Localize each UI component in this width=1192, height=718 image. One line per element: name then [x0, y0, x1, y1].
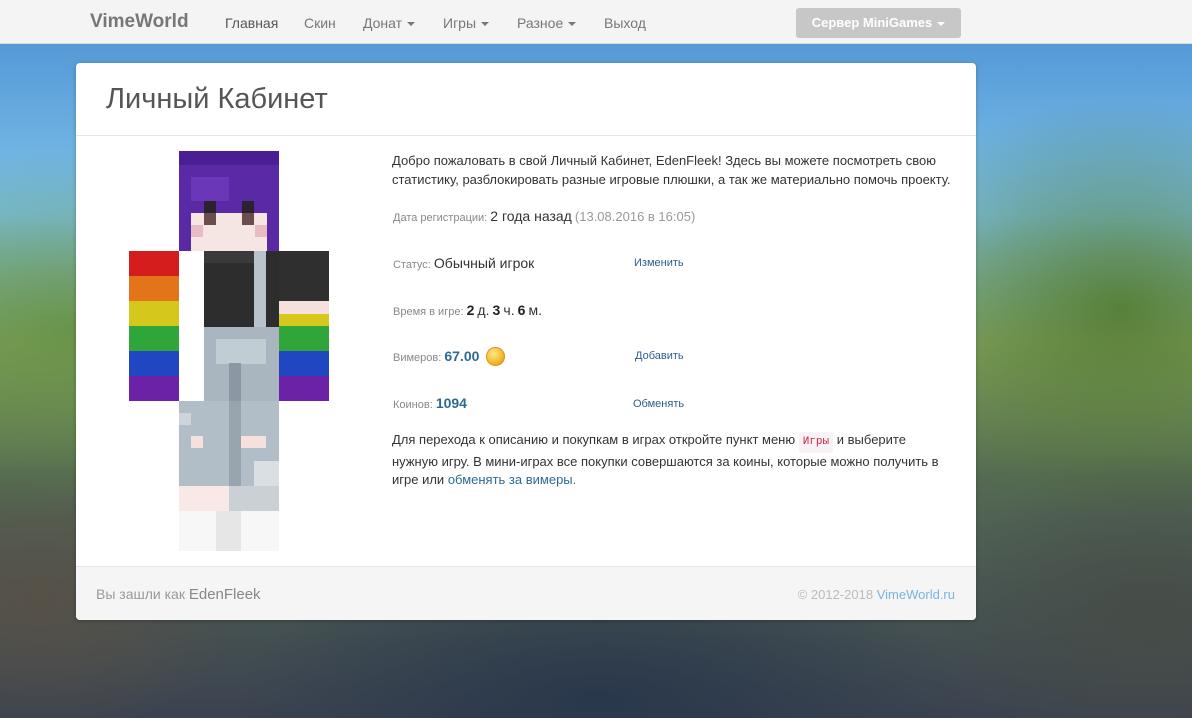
chevron-down-icon: [407, 22, 416, 27]
coins-label: Коинов:: [393, 399, 433, 411]
coins-row: Коинов: 1094: [393, 395, 467, 411]
page-title: Личный Кабинет: [106, 83, 328, 115]
brand-logo[interactable]: VimeWorld: [90, 11, 189, 33]
welcome-text: Добро пожаловать в свой Личный Кабинет, …: [392, 153, 951, 187]
nav-logout[interactable]: Выход: [604, 15, 646, 31]
server-button-label: Сервер MiniGames: [811, 15, 933, 30]
vimers-value: 67.00: [444, 348, 480, 364]
panel-header: Личный Кабинет: [76, 63, 976, 136]
profile-panel: Личный Кабинет Добро пожаловать в свой Л…: [76, 63, 976, 620]
chevron-down-icon: [481, 22, 490, 27]
games-info-part1: Для перехода к описанию и покупкам в игр…: [392, 432, 796, 447]
nav-games[interactable]: Игры: [443, 15, 490, 31]
registration-value: 2 года назад: [490, 208, 572, 224]
registration-exact: (13.08.2016 в 16:05): [574, 209, 696, 224]
playtime-hours-unit: ч.: [503, 302, 515, 318]
site-link[interactable]: VimeWorld.ru: [877, 587, 955, 602]
playtime-days-unit: д.: [477, 302, 490, 318]
status-label: Статус:: [393, 259, 431, 271]
nav-games-label: Игры: [443, 15, 477, 31]
change-status-link[interactable]: Изменить: [634, 257, 684, 269]
games-menu-code: Игры: [798, 432, 834, 453]
vimers-row: Вимеров: 67.00: [393, 347, 506, 366]
copyright-years: © 2012-2018: [797, 587, 874, 602]
chevron-down-icon: [937, 21, 946, 26]
status-value: Обычный игрок: [433, 255, 535, 271]
panel-footer: Вы зашли как EdenFleek © 2012-2018 VimeW…: [76, 566, 976, 620]
playtime-row: Время в игре: 2 д. 3 ч. 6 м.: [393, 302, 542, 318]
exchange-coins-link[interactable]: Обменять: [633, 398, 684, 410]
player-skin-preview: [129, 151, 329, 551]
server-select-button[interactable]: Сервер MiniGames: [796, 8, 961, 38]
nav-donate[interactable]: Донат: [363, 15, 416, 31]
nav-home[interactable]: Главная: [225, 15, 278, 31]
gold-coin-icon: [486, 347, 506, 366]
games-info-text: Для перехода к описанию и покупкам в игр…: [392, 431, 952, 490]
logged-username: EdenFleek: [188, 586, 261, 603]
nav-misc[interactable]: Разное: [517, 15, 577, 31]
playtime-label: Время в игре:: [393, 306, 464, 318]
add-vimers-link[interactable]: Добавить: [635, 350, 684, 362]
status-row: Статус: Обычный игрок: [393, 255, 534, 271]
coins-value: 1094: [435, 395, 467, 411]
logged-prefix: Вы зашли как: [96, 586, 185, 602]
registration-label: Дата регистрации:: [393, 212, 488, 224]
chevron-down-icon: [568, 22, 577, 27]
playtime-days: 2: [466, 302, 475, 318]
playtime-hours: 3: [492, 302, 501, 318]
registration-row: Дата регистрации: 2 года назад (13.08.20…: [393, 208, 695, 224]
vimers-label: Вимеров:: [393, 352, 442, 364]
nav-misc-label: Разное: [517, 15, 564, 31]
logged-in-info: Вы зашли как EdenFleek: [96, 586, 261, 603]
nav-donate-label: Донат: [363, 15, 403, 31]
top-navbar: VimeWorld Главная Скин Донат Игры Разное…: [0, 0, 1192, 44]
copyright: © 2012-2018 VimeWorld.ru: [798, 587, 955, 602]
playtime-minutes-unit: м.: [528, 302, 543, 318]
exchange-vimers-link[interactable]: обменять за вимеры.: [448, 472, 576, 487]
playtime-minutes: 6: [517, 302, 526, 318]
nav-skin[interactable]: Скин: [304, 15, 336, 31]
